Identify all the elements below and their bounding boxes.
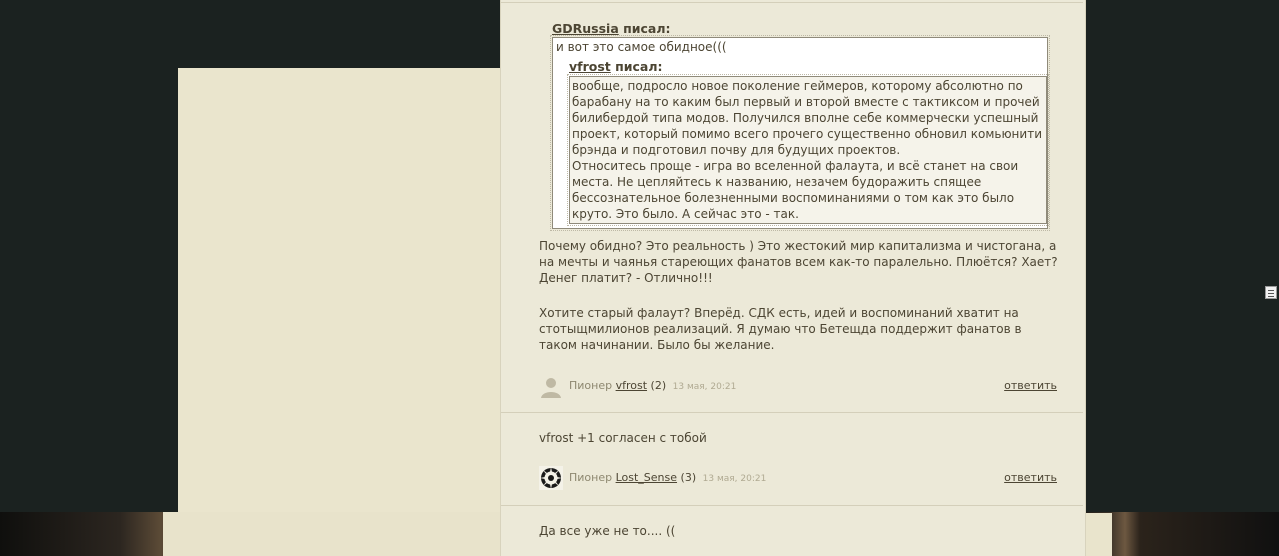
comment-paragraph-1: Почему обидно? Это реальность ) Это жест… xyxy=(539,239,1058,285)
comment-date: 13 мая, 20:21 xyxy=(672,382,737,392)
right-paper-edge xyxy=(1085,513,1112,556)
nested-quote-author-line: vfrost писал: xyxy=(569,58,1044,75)
nested-quote-paragraph-1: вообще, подросло новое поколение геймеро… xyxy=(572,79,1042,157)
nested-quote: vfrost писал: вообще, подросло новое пок… xyxy=(567,58,1049,226)
comment-3-text: Да все уже не то.... (( xyxy=(539,524,676,538)
divider-1 xyxy=(501,412,1083,413)
nested-quote-paragraph-2: Относитесь проще - игра во вселенной фал… xyxy=(572,159,1019,221)
left-paper-bottom xyxy=(163,512,500,556)
comment-meta-2: Пионер Lost_Sense (3) 13 мая, 20:21 отве… xyxy=(539,466,1057,490)
quote-text: и вот это самое обидное((( xyxy=(556,40,727,54)
reply-link[interactable]: ответить xyxy=(1004,378,1057,394)
quote-author-link[interactable]: GDRussia xyxy=(552,21,619,36)
default-avatar-icon[interactable] xyxy=(539,374,563,398)
user-comment-count: (2) xyxy=(650,379,667,392)
quote-box: и вот это самое обидное((( vfrost писал:… xyxy=(550,35,1050,231)
comment-2-text: vfrost +1 согласен с тобой xyxy=(539,431,707,445)
divider-top xyxy=(501,2,1083,3)
nested-quote-author-link[interactable]: vfrost xyxy=(569,59,611,74)
left-paper-panel xyxy=(178,68,500,513)
comment-meta-text-2: Пионер Lost_Sense (3) 13 мая, 20:21 xyxy=(569,470,766,487)
comment-paragraph-2: Хотите старый фалаут? Вперёд. СДК есть, … xyxy=(539,306,1022,352)
nested-quote-box: вообще, подросло новое поколение геймеро… xyxy=(567,74,1049,226)
quote-author-line: GDRussia писал: xyxy=(552,20,1082,37)
reply-link[interactable]: ответить xyxy=(1004,470,1057,486)
comment-date: 13 мая, 20:21 xyxy=(702,474,767,484)
user-rank: Пионер xyxy=(569,471,613,484)
user-comment-count: (3) xyxy=(680,471,697,484)
comments-column: GDRussia писал: и вот это самое обидное(… xyxy=(500,0,1086,556)
comment-meta-1: Пионер vfrost (2) 13 мая, 20:21 ответить xyxy=(539,374,1057,398)
user-rank: Пионер xyxy=(569,379,613,392)
quote-said-label: писал: xyxy=(623,21,671,36)
comment-meta-text-1: Пионер vfrost (2) 13 мая, 20:21 xyxy=(569,378,736,395)
scroll-handle-icon[interactable] xyxy=(1265,286,1277,299)
user-avatar-icon[interactable] xyxy=(539,466,563,490)
divider-2 xyxy=(501,505,1083,506)
username-link[interactable]: vfrost xyxy=(616,379,647,392)
username-link[interactable]: Lost_Sense xyxy=(616,471,677,484)
comment-quote: GDRussia писал: и вот это самое обидное(… xyxy=(550,20,1082,231)
nested-quote-said-label: писал: xyxy=(615,59,663,74)
